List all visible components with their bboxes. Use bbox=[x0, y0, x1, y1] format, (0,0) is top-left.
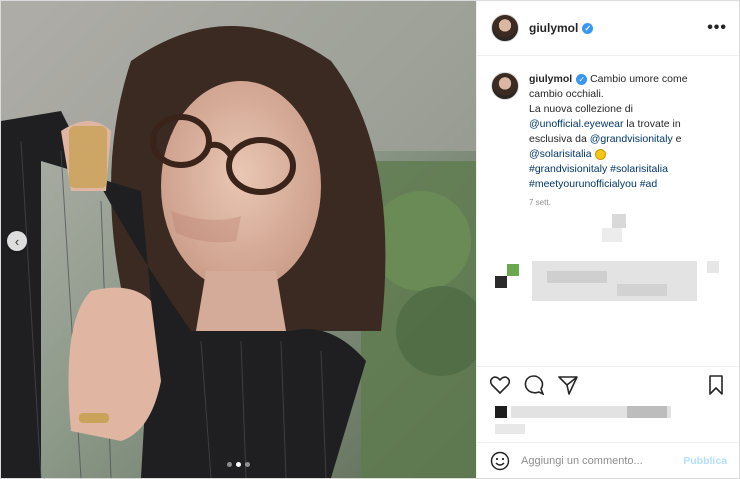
comment-button[interactable] bbox=[523, 374, 545, 396]
bookmark-icon bbox=[709, 374, 723, 395]
share-button[interactable] bbox=[557, 374, 579, 396]
likes-section bbox=[477, 402, 739, 442]
carousel-dot bbox=[227, 462, 232, 467]
post-actions bbox=[477, 366, 739, 402]
pixelated-likes-text bbox=[627, 406, 667, 418]
caption-text: giulymol ✓ Cambio umore come cambio occhi… bbox=[529, 72, 719, 192]
pixelated-avatar-block bbox=[507, 264, 519, 276]
carousel-prev-button[interactable]: ‹ bbox=[7, 231, 27, 251]
header-username[interactable]: giulymol ✓ bbox=[529, 21, 594, 35]
carousel-dot bbox=[245, 462, 250, 467]
instagram-post-modal: ‹ giulymol ✓ ••• giulymol ✓ Cambio umore c… bbox=[0, 0, 740, 479]
emoji-icon bbox=[490, 451, 510, 470]
pixelated-comment-block bbox=[617, 284, 667, 296]
caption-line2-prefix: La nuova collezione di bbox=[529, 103, 633, 115]
caption-line2-and: e bbox=[672, 133, 682, 145]
pixelated-comment-block bbox=[547, 271, 607, 283]
comments-section: giulymol ✓ Cambio umore come cambio occhi… bbox=[477, 56, 739, 366]
post-comment-button[interactable]: Pubblica bbox=[683, 455, 727, 467]
mention-unofficial-eyewear[interactable]: @unofficial.eyewear bbox=[529, 118, 624, 130]
sun-emoji-icon bbox=[594, 148, 606, 160]
carousel-dots bbox=[227, 462, 250, 467]
verified-icon: ✓ bbox=[582, 23, 594, 35]
share-icon bbox=[558, 375, 578, 395]
caption: giulymol ✓ Cambio umore come cambio occhi… bbox=[491, 72, 725, 192]
mention-grandvisionitaly[interactable]: @grandvisionitaly bbox=[590, 133, 673, 145]
add-comment-bar: Aggiungi un commento... Pubblica bbox=[477, 442, 739, 478]
like-button[interactable] bbox=[489, 374, 511, 396]
bookmark-button[interactable] bbox=[705, 374, 727, 396]
caption-hashtags[interactable]: #grandvisionitaly #solarisitalia #meetyo… bbox=[529, 163, 668, 190]
post-photo[interactable]: ‹ bbox=[1, 1, 476, 478]
pixelated-comment-block bbox=[602, 228, 622, 242]
pixelated-comment-block bbox=[612, 214, 626, 228]
carousel-dot-active bbox=[236, 462, 241, 467]
mention-solarisitalia[interactable]: @solarisitalia bbox=[529, 148, 592, 160]
heart-icon bbox=[490, 375, 510, 394]
avatar[interactable] bbox=[491, 14, 519, 42]
pixelated-avatar-block bbox=[495, 276, 507, 288]
post-photo-illustration bbox=[1, 1, 476, 478]
comment-icon bbox=[524, 374, 544, 395]
post-sidebar: giulymol ✓ ••• giulymol ✓ Cambio umore com… bbox=[476, 1, 739, 478]
caption-username[interactable]: giulymol bbox=[529, 73, 572, 85]
chevron-left-icon: ‹ bbox=[14, 233, 20, 249]
verified-icon: ✓ bbox=[576, 73, 588, 85]
more-icon[interactable]: ••• bbox=[707, 19, 727, 37]
comment-input[interactable]: Aggiungi un commento... bbox=[521, 455, 683, 467]
pixelated-likes-text bbox=[495, 424, 525, 434]
post-date: 7 sett. bbox=[529, 198, 551, 207]
avatar[interactable] bbox=[491, 72, 519, 100]
emoji-button[interactable] bbox=[489, 450, 511, 472]
pixelated-avatar-block bbox=[495, 406, 507, 418]
pixelated-comment-block bbox=[707, 261, 719, 273]
post-header: giulymol ✓ ••• bbox=[477, 1, 739, 56]
